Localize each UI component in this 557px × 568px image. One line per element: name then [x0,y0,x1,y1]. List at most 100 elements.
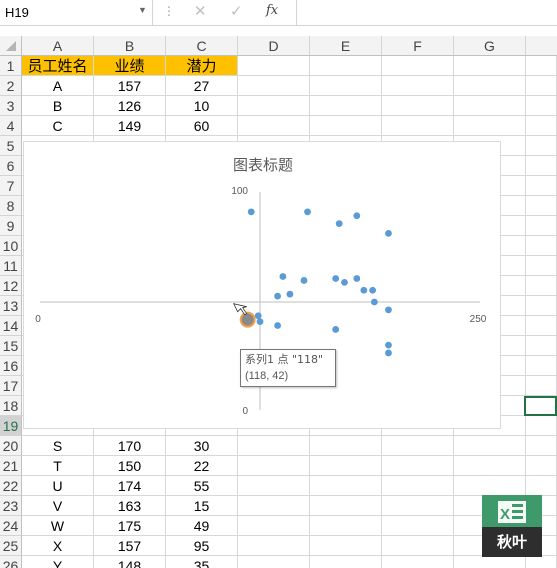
cell-a1[interactable]: 员工姓名 [22,56,94,76]
cell-g20[interactable] [454,436,526,456]
cell-e3[interactable] [310,96,382,116]
cell-b26[interactable]: 148 [94,556,166,568]
cell-h22[interactable] [526,476,557,496]
cell-f22[interactable] [382,476,454,496]
cell-h17[interactable] [526,376,557,396]
row-header-8[interactable]: 8 [0,196,22,216]
cell-f26[interactable] [382,556,454,568]
cell-g26[interactable] [454,556,526,568]
row-header-9[interactable]: 9 [0,216,22,236]
cell-e20[interactable] [310,436,382,456]
cancel-icon[interactable]: ✕ [194,2,207,20]
row-header-7[interactable]: 7 [0,176,22,196]
cell-f3[interactable] [382,96,454,116]
row-header-19[interactable]: 19 [0,416,22,436]
enter-icon[interactable]: ✓ [230,2,243,20]
cell-b1[interactable]: 业绩 [94,56,166,76]
column-header-e[interactable]: E [310,36,382,56]
cell-h7[interactable] [526,176,557,196]
cell-b4[interactable]: 149 [94,116,166,136]
cell-d20[interactable] [238,436,310,456]
cell-h6[interactable] [526,156,557,176]
cell-h11[interactable] [526,256,557,276]
cell-h10[interactable] [526,236,557,256]
column-header-d[interactable]: D [238,36,310,56]
row-header-24[interactable]: 24 [0,516,22,536]
row-header-22[interactable]: 22 [0,476,22,496]
column-header-c[interactable]: C [166,36,238,56]
row-header-12[interactable]: 12 [0,276,22,296]
row-header-3[interactable]: 3 [0,96,22,116]
cell-e2[interactable] [310,76,382,96]
cell-e22[interactable] [310,476,382,496]
cell-a26[interactable]: Y [22,556,94,568]
cell-f21[interactable] [382,456,454,476]
cell-a25[interactable]: X [22,536,94,556]
insert-function-icon[interactable]: fx [266,3,278,18]
cell-c21[interactable]: 22 [166,456,238,476]
cell-c1[interactable]: 潜力 [166,56,238,76]
cell-h12[interactable] [526,276,557,296]
cell-c3[interactable]: 10 [166,96,238,116]
cell-h15[interactable] [526,336,557,356]
cell-h4[interactable] [526,116,557,136]
row-header-25[interactable]: 25 [0,536,22,556]
cell-g3[interactable] [454,96,526,116]
column-header-a[interactable]: A [22,36,94,56]
cell-h13[interactable] [526,296,557,316]
cell-f1[interactable] [382,56,454,76]
chevron-down-icon[interactable]: ▼ [138,5,147,15]
cell-a22[interactable]: U [22,476,94,496]
cell-a4[interactable]: C [22,116,94,136]
row-header-20[interactable]: 20 [0,436,22,456]
cell-f23[interactable] [382,496,454,516]
row-header-26[interactable]: 26 [0,556,22,568]
row-header-14[interactable]: 14 [0,316,22,336]
cell-d4[interactable] [238,116,310,136]
cell-h8[interactable] [526,196,557,216]
cell-c25[interactable]: 95 [166,536,238,556]
cell-h21[interactable] [526,456,557,476]
cell-c4[interactable]: 60 [166,116,238,136]
cell-g1[interactable] [454,56,526,76]
row-header-1[interactable]: 1 [0,56,22,76]
row-header-5[interactable]: 5 [0,136,22,156]
cell-h20[interactable] [526,436,557,456]
cell-d2[interactable] [238,76,310,96]
cell-a20[interactable]: S [22,436,94,456]
cell-d23[interactable] [238,496,310,516]
cell-e4[interactable] [310,116,382,136]
cell-e24[interactable] [310,516,382,536]
cell-e25[interactable] [310,536,382,556]
cell-h1[interactable] [526,56,557,76]
row-header-21[interactable]: 21 [0,456,22,476]
row-header-18[interactable]: 18 [0,396,22,416]
cell-g21[interactable] [454,456,526,476]
cell-a24[interactable]: W [22,516,94,536]
cell-g4[interactable] [454,116,526,136]
cell-b24[interactable]: 175 [94,516,166,536]
cell-b25[interactable]: 157 [94,536,166,556]
cell-d24[interactable] [238,516,310,536]
cell-d26[interactable] [238,556,310,568]
selected-cell[interactable] [524,396,557,416]
cell-h16[interactable] [526,356,557,376]
cell-b3[interactable]: 126 [94,96,166,116]
cell-e23[interactable] [310,496,382,516]
cell-g22[interactable] [454,476,526,496]
cell-h14[interactable] [526,316,557,336]
cell-c2[interactable]: 27 [166,76,238,96]
column-header-b[interactable]: B [94,36,166,56]
row-header-10[interactable]: 10 [0,236,22,256]
row-header-6[interactable]: 6 [0,156,22,176]
cell-g2[interactable] [454,76,526,96]
cell-a21[interactable]: T [22,456,94,476]
cell-h26[interactable] [526,556,557,568]
row-header-2[interactable]: 2 [0,76,22,96]
cell-b2[interactable]: 157 [94,76,166,96]
column-header-f[interactable]: F [382,36,454,56]
row-header-11[interactable]: 11 [0,256,22,276]
row-header-17[interactable]: 17 [0,376,22,396]
row-header-13[interactable]: 13 [0,296,22,316]
cell-h19[interactable] [526,416,557,436]
